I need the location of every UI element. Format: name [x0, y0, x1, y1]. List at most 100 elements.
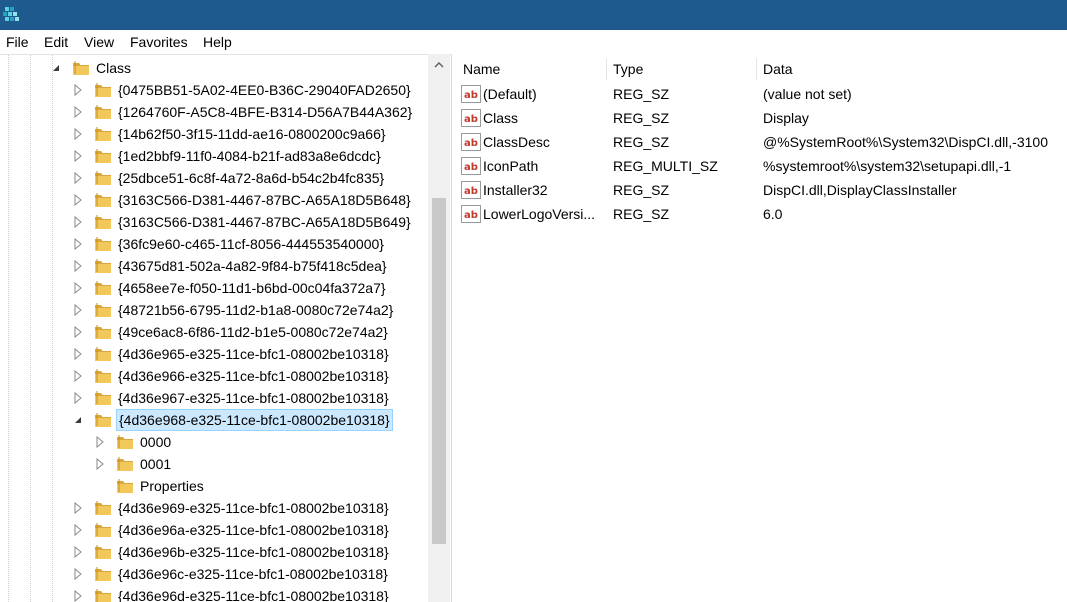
column-header-data[interactable]: Data [763, 58, 793, 83]
key-tree-pane[interactable]: Class {0475BB51-5A02-4EE0-B36C-29040FAD26… [0, 54, 452, 602]
value-row[interactable]: ab (Default) REG_SZ (value not set) [455, 82, 1067, 106]
folder-icon [95, 105, 111, 119]
value-row[interactable]: ab Installer32 REG_SZ DispCI.dll,DisplayCla… [455, 178, 1067, 202]
triangle-right-icon[interactable] [72, 167, 84, 189]
triangle-right-icon[interactable] [72, 277, 84, 299]
tree-node[interactable]: {14b62f50-3f15-11dd-ae16-0800200c9a66} [0, 123, 428, 145]
scroll-up-arrow-icon[interactable] [428, 54, 450, 76]
folder-icon [95, 149, 111, 163]
tree-node-child[interactable]: 0001 [0, 453, 428, 475]
triangle-right-icon[interactable] [72, 211, 84, 233]
tree-node-label: {43675d81-502a-4a82-9f84-b75f418c5dea} [118, 258, 387, 274]
triangle-right-icon[interactable] [72, 343, 84, 365]
values-pane[interactable]: Name Type Data ab (Default) REG_SZ (value n… [455, 54, 1067, 602]
tree-node[interactable]: {4d36e966-e325-11ce-bfc1-08002be10318} [0, 365, 428, 387]
value-row[interactable]: ab ClassDesc REG_SZ @%SystemRoot%\System32\… [455, 130, 1067, 154]
triangle-right-icon[interactable] [72, 563, 84, 585]
value-data: @%SystemRoot%\System32\DispCI.dll,-3100 [763, 134, 1048, 150]
value-type: REG_SZ [613, 134, 670, 150]
folder-icon [95, 567, 111, 581]
tree-node[interactable]: {0475BB51-5A02-4EE0-B36C-29040FAD2650} [0, 79, 428, 101]
tree-node[interactable]: {43675d81-502a-4a82-9f84-b75f418c5dea} [0, 255, 428, 277]
folder-icon [95, 325, 111, 339]
folder-icon [117, 479, 133, 493]
tree-node-class[interactable]: Class [0, 57, 428, 79]
value-data: (value not set) [763, 86, 852, 102]
triangle-right-icon[interactable] [72, 365, 84, 387]
tree-node[interactable]: {1ed2bbf9-11f0-4084-b21f-ad83a8e6dcdc} [0, 145, 428, 167]
tree-node[interactable]: {4d36e96b-e325-11ce-bfc1-08002be10318} [0, 541, 428, 563]
column-separator[interactable] [756, 58, 757, 80]
triangle-right-icon[interactable] [72, 541, 84, 563]
value-name: Class [483, 110, 519, 126]
tree-node-label: Properties [140, 478, 204, 494]
triangle-right-icon[interactable] [72, 321, 84, 343]
triangle-right-icon[interactable] [72, 255, 84, 277]
tree-scrollbar[interactable] [428, 54, 450, 602]
svg-text:ab: ab [464, 162, 478, 173]
tree-node[interactable]: {1264760F-A5C8-4BFE-B314-D56A7B44A362} [0, 101, 428, 123]
tree-node-child[interactable]: Properties [0, 475, 428, 497]
tree-node-label: Class [96, 60, 132, 76]
tree-node[interactable]: {3163C566-D381-4467-87BC-A65A18D5B648} [0, 189, 428, 211]
folder-icon [95, 347, 111, 361]
triangle-right-icon[interactable] [72, 123, 84, 145]
triangle-right-icon[interactable] [72, 299, 84, 321]
triangle-right-icon[interactable] [72, 79, 84, 101]
tree-node[interactable]: {4d36e967-e325-11ce-bfc1-08002be10318} [0, 387, 428, 409]
triangle-down-icon[interactable] [50, 57, 62, 79]
triangle-right-icon[interactable] [72, 233, 84, 255]
menu-view[interactable]: View [84, 33, 114, 51]
column-header-name[interactable]: Name [463, 58, 500, 83]
svg-text:ab: ab [464, 210, 478, 221]
tree-node-label: {48721b56-6795-11d2-b1a8-0080c72e74a2} [118, 302, 394, 318]
title-bar [0, 0, 1067, 30]
tree-node-label: {4658ee7e-f050-11d1-b6bd-00c04fa372a7} [118, 280, 386, 296]
triangle-right-icon[interactable] [72, 101, 84, 123]
triangle-right-icon[interactable] [72, 585, 84, 602]
tree-node-label: 0001 [140, 456, 172, 472]
menu-favorites[interactable]: Favorites [130, 33, 188, 51]
menu-help[interactable]: Help [203, 33, 232, 51]
triangle-right-icon[interactable] [94, 453, 106, 475]
column-separator[interactable] [606, 58, 607, 80]
tree-node[interactable]: {36fc9e60-c465-11cf-8056-444553540000} [0, 233, 428, 255]
tree-node[interactable]: {4d36e96c-e325-11ce-bfc1-08002be10318} [0, 563, 428, 585]
tree-node[interactable]: {4658ee7e-f050-11d1-b6bd-00c04fa372a7} [0, 277, 428, 299]
svg-text:ab: ab [464, 114, 478, 125]
tree-node[interactable]: {49ce6ac8-6f86-11d2-b1e5-0080c72e74a2} [0, 321, 428, 343]
tree-node[interactable]: {48721b56-6795-11d2-b1a8-0080c72e74a2} [0, 299, 428, 321]
triangle-right-icon[interactable] [72, 519, 84, 541]
folder-icon [73, 61, 89, 75]
regedit-icon[interactable] [1, 5, 21, 25]
tree-node[interactable]: {4d36e969-e325-11ce-bfc1-08002be10318} [0, 497, 428, 519]
folder-icon [95, 215, 111, 229]
tree-node-label: {3163C566-D381-4467-87BC-A65A18D5B648} [118, 192, 411, 208]
scroll-thumb[interactable] [432, 198, 446, 544]
folder-icon [95, 501, 111, 515]
value-type: REG_SZ [613, 182, 670, 198]
triangle-right-icon[interactable] [94, 431, 106, 453]
folder-icon [95, 523, 111, 537]
tree-node[interactable]: {3163C566-D381-4467-87BC-A65A18D5B649} [0, 211, 428, 233]
tree-node[interactable]: {4d36e96a-e325-11ce-bfc1-08002be10318} [0, 519, 428, 541]
triangle-right-icon[interactable] [72, 189, 84, 211]
folder-icon [95, 303, 111, 317]
triangle-right-icon[interactable] [72, 497, 84, 519]
column-header-type[interactable]: Type [613, 58, 643, 83]
tree-node[interactable]: {4d36e96d-e325-11ce-bfc1-08002be10318} [0, 585, 428, 602]
value-row[interactable]: ab IconPath REG_MULTI_SZ %systemroot%\syste… [455, 154, 1067, 178]
tree-node-label: {25dbce51-6c8f-4a72-8a6d-b54c2b4fc835} [118, 170, 385, 186]
value-data: DispCI.dll,DisplayClassInstaller [763, 182, 957, 198]
tree-node-selected[interactable]: {4d36e968-e325-11ce-bfc1-08002be10318} [0, 409, 428, 431]
value-row[interactable]: ab LowerLogoVersi... REG_SZ 6.0 [455, 202, 1067, 226]
menu-file[interactable]: File [6, 33, 29, 51]
triangle-right-icon[interactable] [72, 145, 84, 167]
triangle-down-icon[interactable] [72, 409, 84, 431]
value-row[interactable]: ab Class REG_SZ Display [455, 106, 1067, 130]
tree-node-child[interactable]: 0000 [0, 431, 428, 453]
tree-node[interactable]: {4d36e965-e325-11ce-bfc1-08002be10318} [0, 343, 428, 365]
tree-node[interactable]: {25dbce51-6c8f-4a72-8a6d-b54c2b4fc835} [0, 167, 428, 189]
menu-edit[interactable]: Edit [44, 33, 68, 51]
triangle-right-icon[interactable] [72, 387, 84, 409]
